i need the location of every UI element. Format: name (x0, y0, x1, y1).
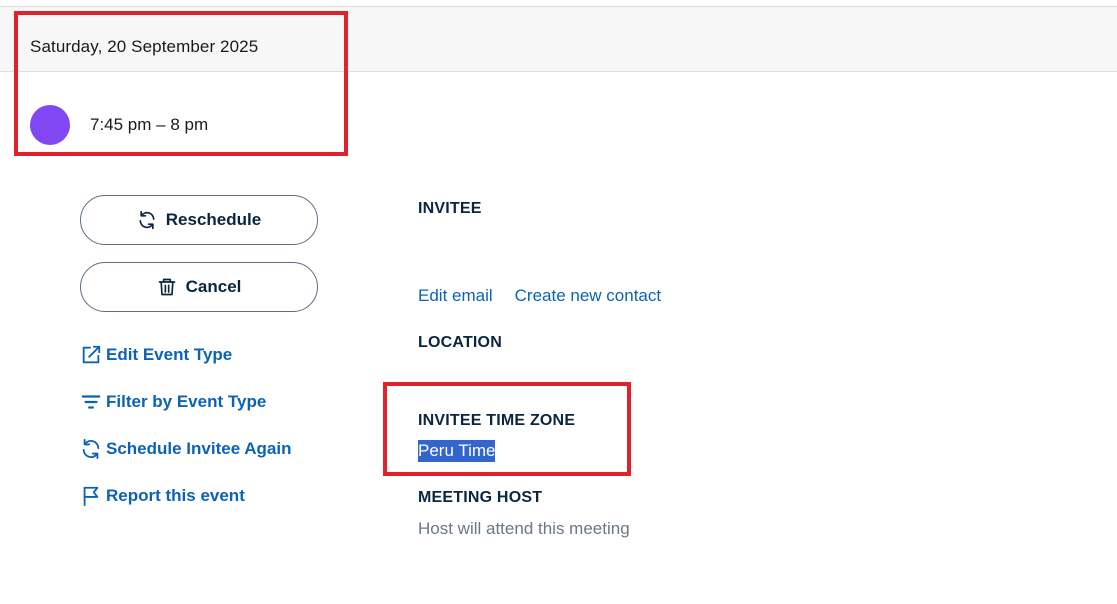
event-color-dot (30, 105, 70, 145)
date-header: Saturday, 20 September 2025 (0, 7, 1117, 72)
trash-icon (158, 278, 175, 296)
refresh-icon (82, 438, 100, 460)
edit-event-type-link[interactable]: Edit Event Type (80, 344, 232, 366)
schedule-invitee-again-label: Schedule Invitee Again (106, 439, 292, 458)
event-details-page: Saturday, 20 September 2025 7:45 pm – 8 … (0, 0, 1117, 604)
cancel-label: Cancel (185, 277, 242, 296)
schedule-invitee-again-link[interactable]: Schedule Invitee Again (80, 438, 291, 460)
cancel-button[interactable]: Cancel (80, 262, 318, 312)
edit-event-type-label: Edit Event Type (106, 345, 233, 364)
external-link-icon (82, 345, 101, 364)
filter-icon (81, 395, 101, 409)
edit-email-link[interactable]: Edit email (418, 286, 493, 306)
flag-icon (83, 486, 99, 507)
filter-by-event-type-link[interactable]: Filter by Event Type (80, 391, 266, 413)
reschedule-label: Reschedule (165, 210, 262, 229)
invitee-timezone-value: Peru Time (418, 440, 496, 462)
create-new-contact-link[interactable]: Create new contact (515, 286, 661, 306)
filter-by-event-type-label: Filter by Event Type (106, 392, 267, 411)
invitee-heading: INVITEE (418, 200, 482, 217)
meeting-host-note: Host will attend this meeting (418, 519, 630, 538)
refresh-icon (139, 210, 155, 230)
report-event-label: Report this event (106, 486, 245, 505)
invitee-timezone-heading: INVITEE TIME ZONE (418, 412, 576, 429)
reschedule-button[interactable]: Reschedule (80, 195, 318, 245)
report-event-link[interactable]: Report this event (80, 485, 245, 507)
event-time-range: 7:45 pm – 8 pm (90, 115, 209, 134)
location-heading: LOCATION (418, 334, 502, 351)
event-date: Saturday, 20 September 2025 (30, 37, 259, 56)
event-time-row: 7:45 pm – 8 pm (30, 105, 208, 145)
invitee-contact-links: Edit email Create new contact (418, 286, 661, 306)
meeting-host-heading: MEETING HOST (418, 489, 543, 506)
